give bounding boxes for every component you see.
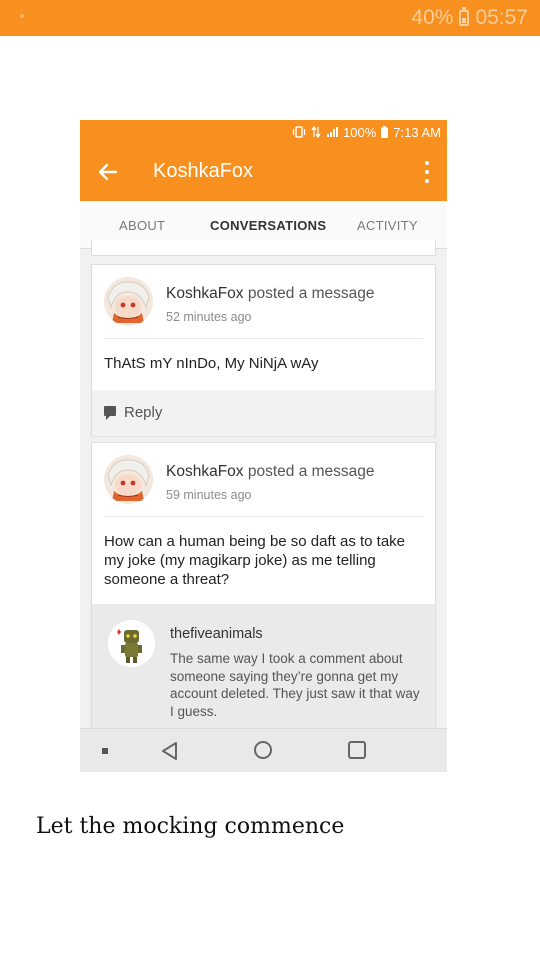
notification-dot <box>20 14 24 18</box>
back-arrow-icon[interactable] <box>96 158 120 186</box>
divider <box>104 338 423 339</box>
overflow-menu-icon[interactable] <box>423 161 431 183</box>
post-author-line: KoshkaFox posted a message <box>166 285 375 303</box>
comment-icon <box>104 406 116 420</box>
inner-status-bar: 100% 7:13 AM <box>80 120 447 144</box>
tab-conversations[interactable]: CONVERSATIONS <box>210 218 326 233</box>
post-card: KoshkaFox posted a message 52 minutes ag… <box>91 264 436 436</box>
signal-icon <box>327 127 339 137</box>
outer-status-bar: 40% 05:57 <box>0 0 540 36</box>
post-action: posted a message <box>247 463 375 480</box>
inner-battery-percent: 100% <box>343 124 377 140</box>
avatar-image <box>104 277 153 326</box>
commenter-name[interactable]: thefiveanimals <box>170 626 263 642</box>
outer-status-right: 40% 05:57 <box>411 6 528 30</box>
outer-battery-percent: 40% <box>411 6 454 29</box>
post-time: 52 minutes ago <box>166 310 252 324</box>
nav-dot-icon[interactable] <box>102 748 108 754</box>
embedded-screenshot: 100% 7:13 AM KoshkaFox ABOUT CONVERSATIO… <box>80 120 447 772</box>
avatar-image <box>104 455 153 504</box>
post-time: 59 minutes ago <box>166 488 252 502</box>
outer-clock: 05:57 <box>475 6 528 29</box>
avatar[interactable] <box>104 455 153 504</box>
commenter-avatar[interactable] <box>108 620 155 667</box>
caption-text: Let the mocking commence <box>36 814 345 839</box>
inner-battery-icon <box>381 126 389 138</box>
tab-about[interactable]: ABOUT <box>119 218 165 233</box>
post-author[interactable]: KoshkaFox <box>166 463 244 480</box>
app-bar: KoshkaFox <box>80 144 447 201</box>
commenter-avatar-image <box>108 620 155 667</box>
comment-text: The same way I took a comment about some… <box>170 651 420 719</box>
battery-icon <box>459 7 470 26</box>
previous-card-edge <box>91 240 436 256</box>
post-author-line: KoshkaFox posted a message <box>166 463 375 481</box>
divider <box>104 516 423 517</box>
nav-back-icon[interactable] <box>160 741 178 761</box>
avatar[interactable] <box>104 277 153 326</box>
tab-activity[interactable]: ACTIVITY <box>357 218 418 233</box>
page-title: KoshkaFox <box>153 160 254 182</box>
post-message: How can a human being be so daft as to t… <box>104 533 406 588</box>
android-nav-bar <box>80 728 447 772</box>
data-transfer-icon <box>311 126 321 138</box>
post-author[interactable]: KoshkaFox <box>166 285 244 302</box>
reply-label: Reply <box>124 404 163 421</box>
post-action: posted a message <box>247 285 375 302</box>
inner-clock: 7:13 AM <box>393 124 441 140</box>
vibrate-icon <box>292 126 306 138</box>
nav-recents-icon[interactable] <box>348 741 366 759</box>
post-message: ThAtS mY nInDo, My NiNjA wAy <box>104 355 319 372</box>
reply-button[interactable]: Reply <box>92 390 435 436</box>
post-card: KoshkaFox posted a message 59 minutes ag… <box>91 442 436 754</box>
nav-home-icon[interactable] <box>254 741 272 759</box>
